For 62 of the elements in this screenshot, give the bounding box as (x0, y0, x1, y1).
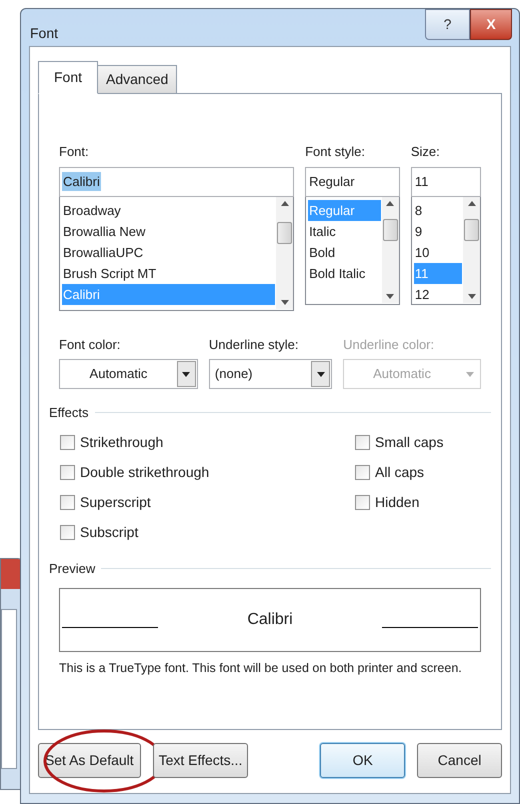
list-item[interactable]: 8 (414, 200, 462, 220)
checkbox[interactable] (355, 435, 370, 450)
dropdown[interactable]: (none) (208, 359, 332, 389)
checkbox-label: Subscript (80, 523, 138, 542)
scroll-down-icon[interactable] (280, 300, 289, 304)
section-heading: Effects (49, 404, 89, 422)
scroll-bar[interactable] (382, 196, 399, 302)
dialog-button[interactable]: Set As Default (38, 743, 141, 778)
list-item[interactable]: Bold (308, 242, 381, 262)
scroll-up-icon[interactable] (468, 200, 476, 206)
scroll-up-icon[interactable] (280, 200, 289, 206)
checkbox-label: Strikethrough (80, 433, 164, 452)
list-item[interactable]: 10 (414, 242, 462, 262)
list-item[interactable]: 9 (414, 220, 462, 242)
dialog-button[interactable]: OK (320, 743, 406, 778)
checkbox[interactable] (60, 435, 75, 450)
checkbox-label: Hidden (375, 493, 420, 512)
input-field[interactable]: 11 (410, 166, 481, 196)
list-item[interactable]: BrowalliaUPC (62, 242, 276, 262)
scroll-bar[interactable] (463, 196, 480, 302)
list-item[interactable]: Browallia New (62, 220, 276, 242)
scroll-up-icon[interactable] (386, 200, 394, 206)
font-note: This is a TrueType font. This font will be used on both printer and screen. (59, 660, 463, 677)
checkbox[interactable] (60, 465, 75, 480)
checkbox-label: All caps (375, 463, 424, 482)
checkbox[interactable] (355, 465, 370, 480)
section-heading: Preview (49, 560, 96, 578)
checkbox-label: Small caps (375, 433, 444, 452)
checkbox[interactable] (60, 525, 75, 540)
field-label: Font style: (305, 143, 366, 161)
field-label: Font: (59, 143, 90, 161)
field-label: Underline color: (343, 336, 436, 354)
input-field[interactable]: Calibri (59, 166, 294, 196)
window-title: Font (30, 24, 58, 43)
scroll-thumb[interactable] (464, 218, 479, 240)
scroll-thumb[interactable] (277, 222, 292, 244)
scroll-bar[interactable] (276, 196, 294, 308)
list-item[interactable]: Italic (308, 220, 381, 242)
scroll-down-icon[interactable] (386, 294, 394, 298)
list-item[interactable]: 12 (414, 284, 462, 304)
list-item[interactable]: Broadway (62, 200, 276, 220)
field-label: Underline style: (208, 336, 300, 354)
field-label: Font color: (59, 336, 122, 354)
preview-sample: Calibri (247, 610, 293, 630)
checkbox[interactable] (60, 495, 75, 510)
dialog-button[interactable]: Text Effects... (152, 743, 248, 778)
scroll-down-icon[interactable] (468, 294, 476, 298)
tab[interactable]: Font (38, 61, 98, 94)
dropdown-arrow-icon[interactable] (316, 372, 325, 376)
field-label: Size: (410, 143, 441, 161)
list-item[interactable]: Bold Italic (308, 262, 381, 284)
checkbox[interactable] (355, 495, 370, 510)
scroll-thumb[interactable] (382, 218, 398, 240)
dropdown-arrow-icon[interactable] (182, 372, 190, 376)
checkbox-label: Double strikethrough (80, 463, 210, 482)
checkbox-label: Superscript (80, 493, 151, 512)
tab[interactable]: Advanced (97, 65, 178, 94)
dialog-button[interactable]: Cancel (417, 743, 502, 778)
dropdown[interactable]: Automatic (59, 359, 198, 389)
list-item[interactable]: Brush Script MT (62, 262, 276, 284)
input-field[interactable]: Regular (305, 166, 400, 196)
help-button[interactable]: ? (425, 9, 470, 40)
